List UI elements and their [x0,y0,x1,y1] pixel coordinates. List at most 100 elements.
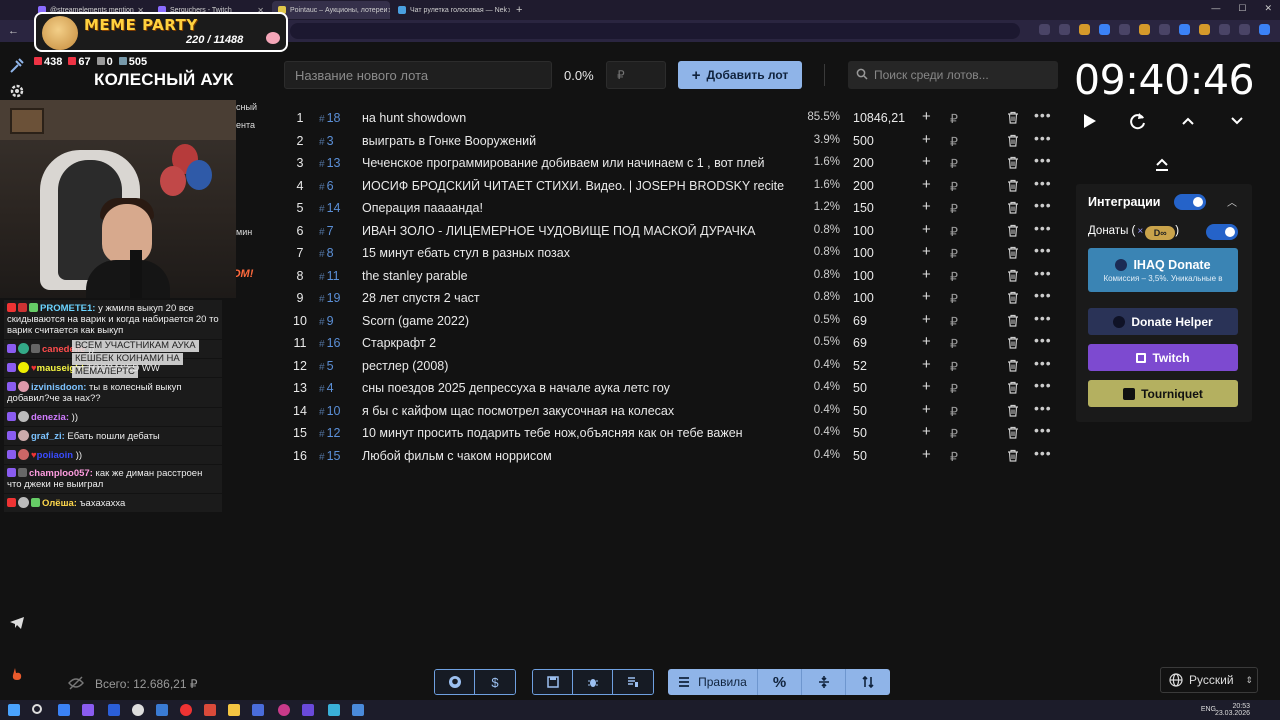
add-amount-icon[interactable]: + [922,221,931,238]
more-options-icon[interactable]: ••• [1034,220,1052,236]
lot-currency[interactable]: ₽ [950,336,958,351]
lot-amount[interactable]: 500 [853,134,874,148]
add-amount-icon[interactable]: + [922,446,931,463]
sort-button[interactable] [846,669,890,695]
lot-currency[interactable]: ₽ [950,269,958,284]
lot-amount[interactable]: 69 [853,314,867,328]
new-tab-icon[interactable]: + [516,4,522,16]
add-amount-icon[interactable]: + [922,176,931,193]
lot-name[interactable]: Любой фильм с чаком норрисом [362,449,789,463]
taskbar-app-icon[interactable] [302,704,314,716]
lot-row[interactable]: 14 #10 я бы с кайфом щас посмотрел закусо… [282,400,1062,423]
github-button[interactable] [435,670,475,694]
extension-icon[interactable] [1179,24,1190,35]
maximize-icon[interactable]: ☐ [1238,3,1246,14]
lot-row[interactable]: 16 #15 Любой фильм с чаком норрисом 0.4% 50… [282,445,1062,468]
taskbar-app-icon[interactable] [352,704,364,716]
split-button[interactable] [802,669,846,695]
close-window-icon[interactable]: ✕ [1264,3,1272,14]
delete-lot-icon[interactable] [1007,246,1019,259]
twitch-button[interactable]: Twitch [1088,344,1238,371]
more-options-icon[interactable]: ••• [1034,422,1052,438]
reset-icon[interactable] [1127,110,1149,132]
lot-amount[interactable]: 52 [853,359,867,373]
lot-row[interactable]: 3 #13 Чеченское программирование добиваем… [282,152,1062,175]
more-options-icon[interactable]: ••• [1034,242,1052,258]
lot-row[interactable]: 9 #19 28 лет спустя 2 част 0.8% 100 + ₽ ••• [282,287,1062,310]
more-options-icon[interactable]: ••• [1034,107,1052,123]
delete-lot-icon[interactable] [1007,381,1019,394]
delete-lot-icon[interactable] [1007,449,1019,462]
lot-name[interactable]: Scorn (game 2022) [362,314,789,328]
taskbar-app-icon[interactable] [278,704,290,716]
lot-currency[interactable]: ₽ [950,134,958,149]
taskbar-app-icon[interactable] [82,704,94,716]
donates-toggle[interactable] [1206,224,1238,240]
delete-lot-icon[interactable] [1007,404,1019,417]
taskbar-app-icon[interactable] [58,704,70,716]
extension-icon[interactable] [1239,24,1250,35]
percent-mode-button[interactable]: % [758,669,802,695]
add-amount-icon[interactable]: + [922,288,931,305]
language-select[interactable]: Русский ⇕ [1160,667,1258,693]
url-field[interactable] [290,23,1020,39]
rules-button[interactable]: Правила [668,669,758,695]
lot-amount[interactable]: 150 [853,201,874,215]
windows-start-icon[interactable] [8,704,20,716]
save-button[interactable] [533,670,573,694]
input-language[interactable]: ENG [1201,706,1216,713]
lot-currency[interactable]: ₽ [950,291,958,306]
taskbar-app-icon[interactable] [108,704,120,716]
add-amount-icon[interactable]: + [922,356,931,373]
lot-name[interactable]: на hunt showdown [362,111,789,125]
extension-icon[interactable] [1259,24,1270,35]
taskbar-app-icon[interactable] [228,704,240,716]
add-amount-icon[interactable]: + [922,108,931,125]
more-options-icon[interactable]: ••• [1034,377,1052,393]
browser-tab[interactable]: Чат рулетка голосовая — Nek✕ [392,1,510,19]
delete-lot-icon[interactable] [1007,134,1019,147]
taskbar-app-icon[interactable] [252,704,264,716]
lot-name[interactable]: сны поездов 2025 депрессуха в начале аук… [362,381,789,395]
taskbar-app-icon[interactable] [156,704,168,716]
more-options-icon[interactable]: ••• [1034,445,1052,461]
more-options-icon[interactable]: ••• [1034,355,1052,371]
increase-time-icon[interactable] [1177,110,1199,132]
system-clock[interactable]: 20:53 23.03.2026 [1215,703,1250,717]
more-options-icon[interactable]: ••• [1034,152,1052,168]
add-amount-icon[interactable]: + [922,378,931,395]
lot-amount[interactable]: 50 [853,404,867,418]
add-amount-icon[interactable]: + [922,333,931,350]
delete-lot-icon[interactable] [1007,201,1019,214]
lot-amount[interactable]: 50 [853,449,867,463]
extension-icon[interactable] [1139,24,1150,35]
lot-row[interactable]: 6 #7 ИВАН ЗОЛО - ЛИЦЕМЕРНОЕ ЧУДОВИЩЕ ПОД М… [282,220,1062,243]
more-options-icon[interactable]: ••• [1034,332,1052,348]
hide-total-icon[interactable] [68,676,84,690]
play-icon[interactable] [1078,110,1100,132]
tab-close-icon[interactable]: ✕ [387,6,390,15]
browser-tab-active[interactable]: Pointauc – Аукционы, лотереи✕ [272,1,390,19]
lot-amount[interactable]: 200 [853,156,874,170]
lot-currency[interactable]: ₽ [950,246,958,261]
lot-currency[interactable]: ₽ [950,201,958,216]
lot-amount[interactable]: 100 [853,224,874,238]
more-options-icon[interactable]: ••• [1034,197,1052,213]
lot-name[interactable]: ИВАН ЗОЛО - ЛИЦЕМЕРНОЕ ЧУДОВИЩЕ ПОД МАСК… [362,224,789,238]
lot-amount[interactable]: 100 [853,269,874,283]
ihaq-donate-button[interactable]: IHAQ Donate Комиссия – 3,5%. Уникальные … [1088,248,1238,292]
lot-row[interactable]: 1 #18 на hunt showdown 85.5% 10846,21 + ₽ ••• [282,107,1062,130]
clear-lots-button[interactable] [613,670,653,694]
auction-icon[interactable] [9,58,25,74]
decrease-time-icon[interactable] [1226,110,1248,132]
more-options-icon[interactable]: ••• [1034,130,1052,146]
add-amount-icon[interactable]: + [922,311,931,328]
report-bug-button[interactable] [573,670,613,694]
add-amount-icon[interactable]: + [922,243,931,260]
lot-amount[interactable]: 100 [853,291,874,305]
add-amount-icon[interactable]: + [922,131,931,148]
delete-lot-icon[interactable] [1007,111,1019,124]
delete-lot-icon[interactable] [1007,336,1019,349]
lot-name[interactable]: Старкрафт 2 [362,336,789,350]
lot-currency[interactable]: ₽ [950,404,958,419]
